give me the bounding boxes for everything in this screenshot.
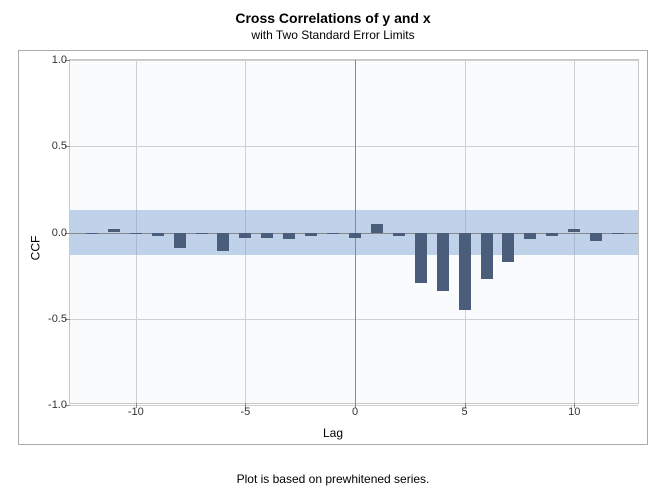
grid-line-h [70,319,638,320]
ccf-bar [459,233,471,311]
chart-container: Cross Correlations of y and x with Two S… [0,0,666,500]
ccf-bar [130,233,142,235]
ccf-bar [196,233,208,235]
grid-line-h [70,60,638,61]
y-tick-label: 0.0 [37,227,67,239]
ccf-bar [437,233,449,292]
grid-line-h [70,146,638,147]
title-block: Cross Correlations of y and x with Two S… [0,0,666,42]
ccf-bar [283,233,295,240]
ccf-bar [502,233,514,262]
ccf-bar [481,233,493,280]
chart-footnote: Plot is based on prewhitened series. [237,472,430,486]
ccf-bar [415,233,427,283]
ccf-bar [86,233,98,235]
ccf-bar [371,224,383,233]
x-tick-label: -5 [240,406,250,418]
x-tick-label: -10 [128,406,144,418]
ccf-bar [349,233,361,238]
ccf-bar [568,229,580,232]
y-tick-label: -1.0 [37,399,67,411]
ccf-bar [612,233,624,235]
y-tick-label: -0.5 [37,313,67,325]
ccf-bar [524,233,536,240]
plot-outer-frame: CCF Lag -1.0 -0.5 0.0 0.5 1.0 -10 -5 0 5 10 [18,50,648,445]
ccf-bar [261,233,273,238]
plot-area [69,59,639,404]
ccf-bar [590,233,602,242]
y-tick-label: 0.5 [37,140,67,152]
x-axis-label: Lag [323,426,343,440]
zero-line-vertical [355,60,356,403]
x-tick-label: 10 [568,406,580,418]
ccf-bar [108,229,120,232]
x-tick-label: 0 [352,406,358,418]
ccf-bar [393,233,405,236]
ccf-bar [217,233,229,252]
ccf-bar [546,233,558,236]
y-axis-label: CCF [28,235,42,260]
ccf-bar [239,233,251,238]
chart-title: Cross Correlations of y and x [0,10,666,26]
y-tick-label: 1.0 [37,54,67,66]
chart-subtitle: with Two Standard Error Limits [0,28,666,42]
ccf-bar [327,233,339,235]
ccf-bar [152,233,164,236]
ccf-bar [174,233,186,249]
x-tick-label: 5 [462,406,468,418]
ccf-bar [305,233,317,236]
